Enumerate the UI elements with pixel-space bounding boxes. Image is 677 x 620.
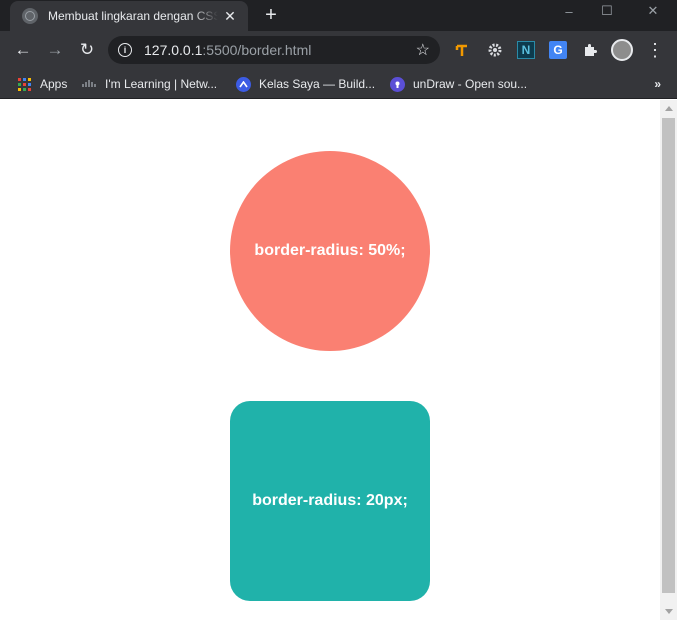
rounded-box-label: border-radius: 20px;	[252, 492, 408, 509]
puzzle-extensions-icon[interactable]	[581, 41, 599, 59]
translate-icon[interactable]: G	[549, 41, 567, 59]
extension-t-icon[interactable]	[453, 41, 471, 59]
forward-button[interactable]: →	[42, 37, 68, 63]
bookmarks-bar: Apps I'm Learning | Netw... Kelas Saya —…	[0, 69, 677, 99]
more-bookmarks-button[interactable]: »	[654, 77, 661, 91]
url-text[interactable]: 127.0.0.1:5500/border.html	[144, 42, 416, 58]
bookmark-label: I'm Learning | Netw...	[105, 77, 218, 91]
cisco-icon	[82, 77, 97, 92]
reload-button[interactable]: ↻	[74, 37, 100, 63]
browser-tab[interactable]: Membuat lingkaran dengan CSS3 ✕	[10, 1, 248, 31]
tab-strip: Membuat lingkaran dengan CSS3 ✕ + – ☐ ✕	[0, 0, 677, 31]
bookmark-star-icon[interactable]: ☆	[416, 40, 430, 60]
undraw-icon	[390, 76, 405, 92]
info-icon[interactable]: i	[118, 43, 132, 57]
menu-button[interactable]: ⋮	[642, 37, 668, 63]
bookmark-label: Apps	[40, 77, 68, 91]
globe-icon	[22, 8, 38, 24]
bookmark-apps[interactable]: Apps	[17, 75, 67, 93]
apps-grid-icon	[17, 77, 32, 92]
window-close-button[interactable]: ✕	[633, 0, 673, 22]
scroll-down-arrow-icon[interactable]	[660, 603, 677, 620]
bookmark-label: Kelas Saya — Build...	[259, 77, 376, 91]
circle-shape: border-radius: 50%;	[230, 151, 430, 351]
back-button[interactable]: ←	[10, 37, 36, 63]
maximize-button[interactable]: ☐	[587, 0, 627, 22]
extension-n-icon[interactable]: N	[517, 41, 535, 59]
new-tab-button[interactable]: +	[260, 4, 282, 26]
scrollbar-thumb[interactable]	[662, 118, 675, 593]
gear-extension-icon[interactable]	[486, 41, 504, 59]
bookmark-kelas-saya[interactable]: Kelas Saya — Build...	[236, 75, 375, 93]
dicoding-icon	[236, 76, 251, 92]
rounded-box-shape: border-radius: 20px;	[230, 401, 430, 601]
profile-avatar[interactable]	[611, 39, 633, 61]
tab-close-icon[interactable]: ✕	[222, 8, 238, 24]
bookmark-undraw[interactable]: unDraw - Open sou...	[390, 75, 527, 93]
browser-toolbar: ← → ↻ i 127.0.0.1:5500/border.html ☆ N G…	[0, 31, 677, 69]
bookmark-netacad[interactable]: I'm Learning | Netw...	[82, 75, 217, 93]
minimize-button[interactable]: –	[549, 0, 589, 22]
tab-title: Membuat lingkaran dengan CSS3	[48, 9, 218, 23]
bookmark-label: unDraw - Open sou...	[413, 77, 528, 91]
address-bar[interactable]: i 127.0.0.1:5500/border.html ☆	[108, 36, 440, 64]
circle-label: border-radius: 50%;	[254, 242, 406, 259]
page-content: border-radius: 50%; border-radius: 20px;	[0, 100, 660, 620]
scroll-up-arrow-icon[interactable]	[660, 100, 677, 117]
vertical-scrollbar[interactable]	[660, 100, 677, 620]
